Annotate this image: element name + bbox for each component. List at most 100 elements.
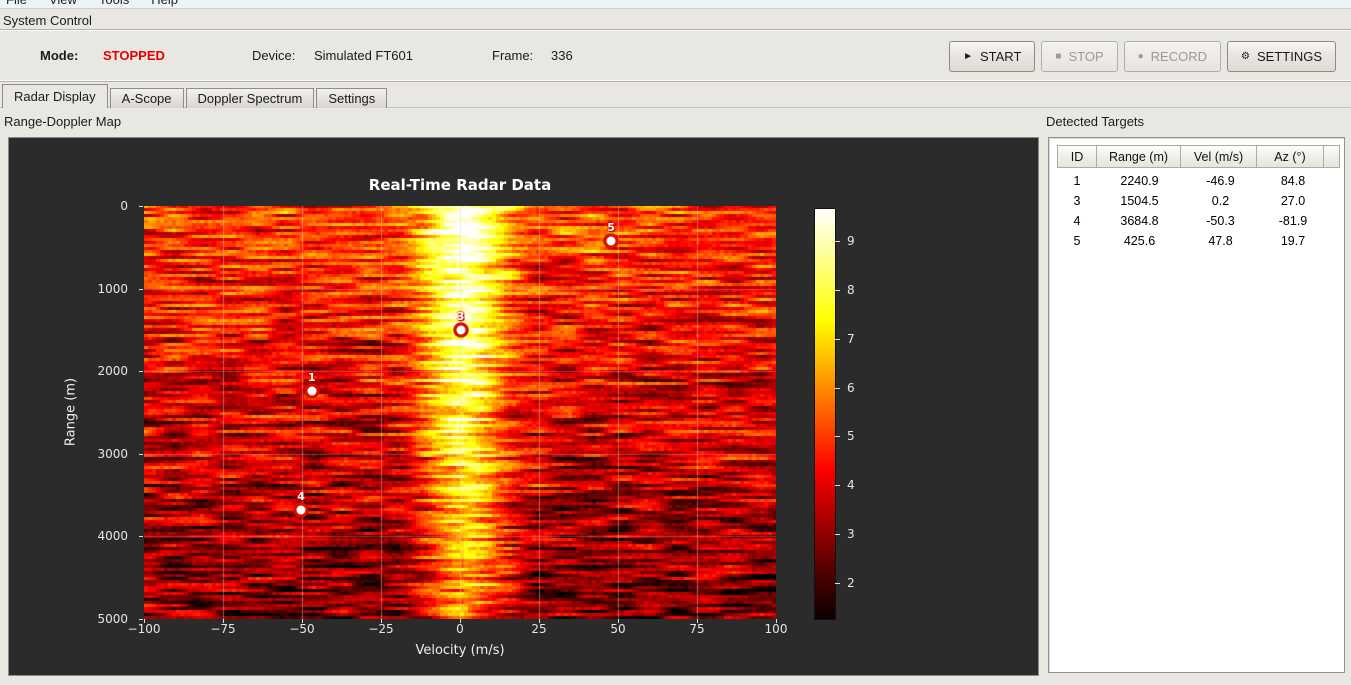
menu-item-file[interactable]: File: [6, 0, 27, 7]
detected-targets-panel: ID Range (m) Vel (m/s) Az (°) 1 2240.9 -46.9 8…: [1048, 137, 1345, 673]
column-header-range-m-[interactable]: Range (m): [1096, 145, 1181, 168]
menu-item-help[interactable]: Help: [151, 0, 178, 7]
colorbar-tick-mark: [835, 290, 840, 291]
targets-table-header: ID Range (m) Vel (m/s) Az (°): [1057, 145, 1340, 168]
tab-settings[interactable]: Settings: [316, 88, 388, 108]
table-cell: 3: [1073, 194, 1081, 208]
y-tick-mark: [139, 619, 143, 620]
start-button[interactable]: ► START: [949, 41, 1036, 72]
colorbar-tick-mark: [835, 436, 840, 438]
target-marker-label: 5: [607, 221, 615, 235]
record-icon: ●: [1137, 50, 1144, 62]
y-tick-mark: [139, 536, 143, 538]
table-cell: 425.6: [1123, 234, 1156, 248]
x-tick-label: 100: [764, 622, 788, 636]
colorbar-tick-label: 6: [847, 380, 855, 395]
play-icon: ►: [963, 50, 973, 62]
colorbar-tick-mark: [835, 485, 840, 487]
colorbar-tick-label: 2: [847, 575, 855, 590]
tab-doppler-spectrum[interactable]: Doppler Spectrum: [185, 88, 315, 108]
detected-targets-label: Detected Targets: [1046, 114, 1145, 129]
x-tick-mark: [776, 619, 777, 623]
record-button[interactable]: ● RECORD: [1123, 41, 1222, 72]
x-axis-label: Velocity (m/s): [415, 643, 505, 658]
x-tick-mark: [460, 619, 461, 623]
table-cell: 19.7: [1280, 234, 1306, 248]
x-tick-mark: [302, 619, 303, 623]
colorbar-tick-label: 5: [847, 429, 855, 444]
table-row[interactable]: 1 2240.9 -46.9 84.8: [1057, 171, 1327, 191]
stop-button[interactable]: ■ STOP: [1041, 41, 1118, 72]
tab-a-scope[interactable]: A-Scope: [109, 88, 184, 108]
target-marker-label: 3: [456, 310, 465, 324]
button-label: SETTINGS: [1256, 49, 1322, 64]
device-value: Simulated FT601: [314, 48, 413, 63]
x-tick-mark: [618, 619, 619, 623]
column-header-az-[interactable]: Az (°): [1256, 145, 1324, 168]
table-cell: 4: [1073, 214, 1081, 228]
y-tick-mark: [139, 206, 143, 207]
table-cell: 47.8: [1208, 234, 1233, 248]
colorbar-tick-label: 7: [847, 331, 855, 346]
device-label: Device:: [252, 48, 296, 63]
y-tick-mark: [139, 453, 143, 455]
frame-label: Frame:: [492, 48, 534, 63]
colorbar-tick-mark: [835, 338, 840, 340]
table-row[interactable]: 5 425.6 47.8 19.7: [1057, 231, 1327, 251]
table-cell: 5: [1073, 234, 1081, 248]
table-cell: 84.8: [1280, 174, 1306, 188]
table-cell: 1: [1073, 174, 1081, 188]
column-header-vel-m-s-[interactable]: Vel (m/s): [1180, 145, 1257, 168]
x-tick-label: 75: [689, 622, 705, 636]
range-doppler-map-label: Range-Doppler Map: [4, 114, 122, 129]
column-header-id[interactable]: ID: [1057, 145, 1097, 168]
colorbar-tick-mark: [835, 387, 840, 389]
colorbar-tick-label: 9: [847, 234, 855, 249]
menu-item-view[interactable]: View: [49, 0, 77, 7]
system-control-title: System Control: [3, 13, 92, 28]
mode-value: STOPPED: [103, 48, 165, 63]
range-doppler-heatmap: [144, 206, 776, 619]
mode-label: Mode:: [40, 48, 79, 63]
frame-value: 336: [551, 48, 573, 63]
x-tick-mark: [223, 619, 224, 623]
table-cell: 2240.9: [1120, 174, 1159, 188]
table-row[interactable]: 3 1504.5 0.2 27.0: [1057, 191, 1327, 211]
range-doppler-panel: Real-Time Radar Data 0 1000 2000 3000 4000 50…: [8, 137, 1039, 676]
colorbar-tick-label: 8: [847, 283, 855, 297]
colorbar-tick-mark: [835, 241, 840, 243]
settings-button[interactable]: ⚙ SETTINGS: [1227, 41, 1336, 72]
target-marker-label: 4: [297, 490, 305, 504]
y-tick-label: 0: [120, 199, 128, 213]
x-tick-mark: [381, 619, 382, 623]
x-tick-label: 50: [610, 622, 626, 636]
chart-title: Real-Time Radar Data: [368, 176, 552, 194]
y-tick-label: 1000: [97, 281, 128, 296]
tab-radar-display[interactable]: Radar Display: [2, 84, 108, 108]
menu-bar: File View Tools Help: [0, 0, 1351, 9]
app-window: File View Tools Help System Control Mode: S…: [0, 0, 1351, 685]
y-tick-mark: [139, 371, 143, 373]
x-tick-label: 0: [456, 622, 464, 636]
table-row[interactable]: 4 3684.8 -50.3 -81.9: [1057, 211, 1327, 231]
target-marker-1: [304, 383, 320, 399]
y-axis-label: Range (m): [63, 377, 79, 447]
colorbar-tick-mark: [835, 582, 840, 584]
target-marker-3: [453, 322, 469, 338]
control-buttons: ► START ■ STOP ● RECORD ⚙ SETTINGS: [949, 41, 1336, 72]
table-cell: 27.0: [1280, 194, 1306, 208]
menu-item-tools[interactable]: Tools: [99, 0, 129, 7]
x-tick-label: −75: [210, 622, 236, 636]
table-cell: 1504.5: [1120, 194, 1159, 208]
target-marker-label: 1: [307, 371, 316, 385]
x-tick-mark: [539, 619, 540, 623]
gear-icon: ⚙: [1241, 50, 1250, 62]
y-tick-label: 4000: [97, 529, 128, 544]
y-tick-label: 2000: [97, 364, 128, 379]
x-tick-mark: [697, 619, 698, 623]
y-tick-mark: [139, 288, 143, 290]
x-tick-mark: [144, 619, 145, 623]
colorbar-tick-mark: [835, 534, 840, 536]
column-header-filler[interactable]: [1323, 145, 1340, 168]
colorbar-tick-label: 3: [847, 527, 855, 542]
